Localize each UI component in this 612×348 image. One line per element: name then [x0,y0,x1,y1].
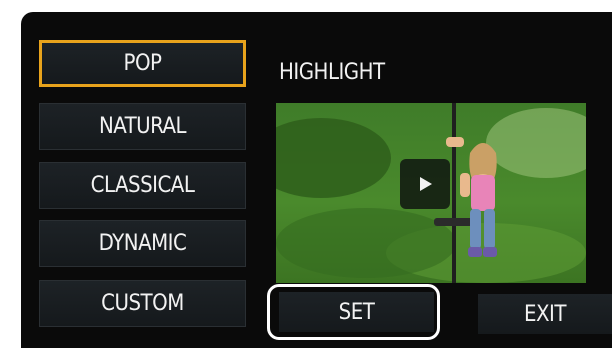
menu-item-label: NATURAL [98,114,187,139]
exit-button-label: EXIT [524,301,566,327]
menu-item-label: CUSTOM [101,291,184,316]
exit-button[interactable]: EXIT [478,294,612,334]
menu-item-label: DYNAMIC [98,231,187,256]
menu-item-custom[interactable]: CUSTOM [39,280,246,327]
menu-item-label: CLASSICAL [90,173,195,198]
menu-item-natural[interactable]: NATURAL [39,103,246,150]
menu-item-classical[interactable]: CLASSICAL [39,162,246,209]
play-icon [420,177,432,191]
play-button[interactable] [400,159,450,209]
highlight-preview[interactable] [276,103,586,283]
menu-item-pop[interactable]: POP [39,40,246,87]
menu-item-label: POP [123,51,162,76]
set-button-focus-ring [267,284,440,340]
menu-item-dynamic[interactable]: DYNAMIC [39,220,246,267]
section-title: HIGHLIGHT [279,60,385,85]
